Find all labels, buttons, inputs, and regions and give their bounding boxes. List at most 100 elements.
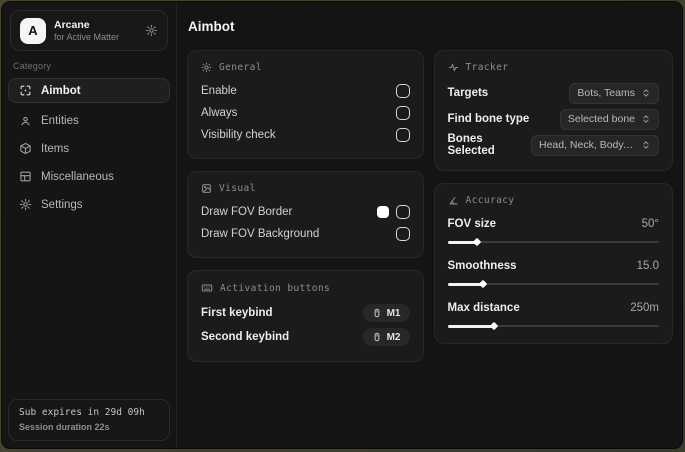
sidebar-item-items[interactable]: Items bbox=[8, 136, 170, 161]
sidebar-item-label: Miscellaneous bbox=[41, 170, 114, 183]
accuracy-card: Accuracy FOV size 50° Smoothness 15.0 Ma… bbox=[433, 183, 673, 344]
card-title: Activation buttons bbox=[220, 282, 331, 294]
fov-border-color-swatch[interactable] bbox=[376, 206, 389, 218]
setting-row-enable: Enable bbox=[201, 80, 410, 102]
angle-icon bbox=[448, 195, 459, 206]
enable-checkbox[interactable] bbox=[395, 84, 410, 98]
cheat-menu-window: A Arcane for Active Matter Category Aimb… bbox=[2, 2, 682, 448]
always-checkbox[interactable] bbox=[395, 106, 410, 120]
person-scan-icon bbox=[19, 114, 32, 127]
setting-row-fov-size: FOV size 50° bbox=[447, 213, 659, 247]
setting-label: Bones Selected bbox=[447, 133, 495, 157]
sidebar-item-miscellaneous[interactable]: Miscellaneous bbox=[8, 164, 170, 189]
dropdown-value: Selected bone bbox=[567, 113, 635, 125]
setting-row-visibility-check: Visibility check bbox=[201, 124, 410, 146]
slider-fill bbox=[447, 321, 499, 331]
accuracy-card-header: Accuracy bbox=[448, 195, 660, 206]
setting-label: First keybind bbox=[201, 307, 273, 319]
slider-handle[interactable] bbox=[479, 279, 488, 289]
setting-row-always: Always bbox=[201, 102, 410, 124]
session-duration-text: Session duration 22s bbox=[19, 422, 110, 432]
card-title: Tracker bbox=[465, 62, 509, 73]
targets-dropdown[interactable]: Bots, Teams bbox=[569, 82, 659, 104]
unfold-icon bbox=[641, 140, 651, 150]
brand-name: Arcane bbox=[54, 18, 90, 31]
brand-subtitle: for Active Matter bbox=[54, 31, 120, 42]
draw-fov-border-checkbox[interactable] bbox=[395, 205, 410, 219]
slider-fill bbox=[447, 279, 488, 289]
sidebar-item-aimbot[interactable]: Aimbot bbox=[8, 78, 170, 103]
setting-label: Enable bbox=[201, 85, 237, 97]
draw-fov-background-checkbox[interactable] bbox=[395, 227, 410, 241]
slider-value: 50° bbox=[641, 218, 659, 230]
slider-value: 250m bbox=[630, 302, 659, 314]
category-label: Category bbox=[13, 61, 52, 71]
setting-label: Always bbox=[201, 107, 238, 119]
keybind-value: M1 bbox=[386, 307, 401, 319]
activity-icon bbox=[448, 62, 459, 73]
sidebar-item-label: Items bbox=[41, 142, 70, 155]
dashboard-icon bbox=[19, 170, 32, 183]
crosshair-scan-icon bbox=[19, 84, 32, 97]
keybind-value: M2 bbox=[386, 331, 401, 343]
smoothness-slider[interactable] bbox=[447, 279, 659, 289]
activation-card-header: Activation buttons bbox=[201, 282, 410, 294]
gear-icon[interactable] bbox=[145, 24, 158, 37]
first-keybind-button[interactable]: M1 bbox=[362, 304, 410, 322]
dropdown-value: Bots, Teams bbox=[577, 87, 635, 99]
setting-label: Draw FOV Background bbox=[201, 228, 320, 240]
mouse-icon bbox=[372, 308, 382, 318]
setting-row-first-keybind: First keybind M1 bbox=[201, 301, 410, 325]
bones-selected-dropdown[interactable]: Head, Neck, Body, Pe… bbox=[531, 134, 659, 156]
gear-icon bbox=[19, 198, 32, 211]
fov-size-slider[interactable] bbox=[447, 237, 659, 247]
brand-card: A Arcane for Active Matter bbox=[10, 10, 168, 51]
setting-label: FOV size bbox=[447, 218, 497, 230]
setting-label: Max distance bbox=[447, 302, 520, 314]
sub-expiry-text: Sub expires in 29d 09h bbox=[19, 407, 145, 418]
setting-row-draw-fov-border: Draw FOV Border bbox=[201, 201, 410, 223]
setting-row-targets: Targets Bots, Teams bbox=[447, 80, 659, 106]
setting-label: Targets bbox=[447, 87, 489, 99]
page-title: Aimbot bbox=[188, 19, 235, 34]
sidebar-item-label: Entities bbox=[41, 114, 79, 127]
visual-card-header: Visual bbox=[201, 183, 410, 194]
setting-row-max-distance: Max distance 250m bbox=[447, 297, 659, 331]
setting-label: Smoothness bbox=[447, 260, 517, 272]
brand-text: Arcane for Active Matter bbox=[54, 19, 119, 43]
sidebar-item-label: Aimbot bbox=[41, 84, 81, 97]
category-nav: Aimbot Entities Items Miscellaneous Sett… bbox=[2, 78, 176, 217]
max-distance-slider[interactable] bbox=[447, 321, 659, 331]
setting-row-find-bone-type: Find bone type Selected bone bbox=[448, 106, 659, 132]
find-bone-type-dropdown[interactable]: Selected bone bbox=[559, 108, 659, 130]
keyboard-icon bbox=[201, 282, 213, 294]
image-icon bbox=[201, 183, 212, 194]
visual-card: Visual Draw FOV Border Draw FOV Backgrou… bbox=[187, 171, 424, 258]
sidebar-item-label: Settings bbox=[41, 198, 83, 211]
setting-label: Second keybind bbox=[201, 331, 290, 343]
setting-row-draw-fov-background: Draw FOV Background bbox=[201, 223, 410, 245]
main-panel: Aimbot General Enable Always Visibility … bbox=[177, 2, 682, 448]
tracker-card-header: Tracker bbox=[448, 62, 660, 73]
slider-fill bbox=[447, 237, 482, 247]
sidebar-item-entities[interactable]: Entities bbox=[8, 108, 170, 133]
sidebar: A Arcane for Active Matter Category Aimb… bbox=[2, 2, 177, 448]
activation-buttons-card: Activation buttons First keybind M1 Seco… bbox=[187, 270, 424, 362]
card-title: Visual bbox=[219, 183, 256, 194]
dropdown-value: Head, Neck, Body, Pe… bbox=[539, 139, 635, 151]
sidebar-item-settings[interactable]: Settings bbox=[8, 192, 170, 217]
slider-handle[interactable] bbox=[489, 321, 499, 331]
unfold-icon bbox=[641, 88, 651, 98]
card-title: Accuracy bbox=[465, 195, 515, 206]
second-keybind-button[interactable]: M2 bbox=[362, 328, 410, 346]
game-background: A Arcane for Active Matter Category Aimb… bbox=[0, 0, 685, 452]
brand-logo: A bbox=[20, 17, 46, 44]
visibility-check-checkbox[interactable] bbox=[395, 128, 410, 142]
card-title: General bbox=[219, 62, 262, 73]
setting-row-smoothness: Smoothness 15.0 bbox=[447, 255, 659, 289]
tracker-card: Tracker Targets Bots, Teams Find bone ty… bbox=[433, 50, 673, 171]
setting-row-bones-selected: Bones Selected Head, Neck, Body, Pe… bbox=[447, 132, 659, 158]
setting-row-second-keybind: Second keybind M2 bbox=[201, 325, 410, 349]
mouse-icon bbox=[372, 332, 382, 342]
slider-handle[interactable] bbox=[472, 237, 482, 247]
